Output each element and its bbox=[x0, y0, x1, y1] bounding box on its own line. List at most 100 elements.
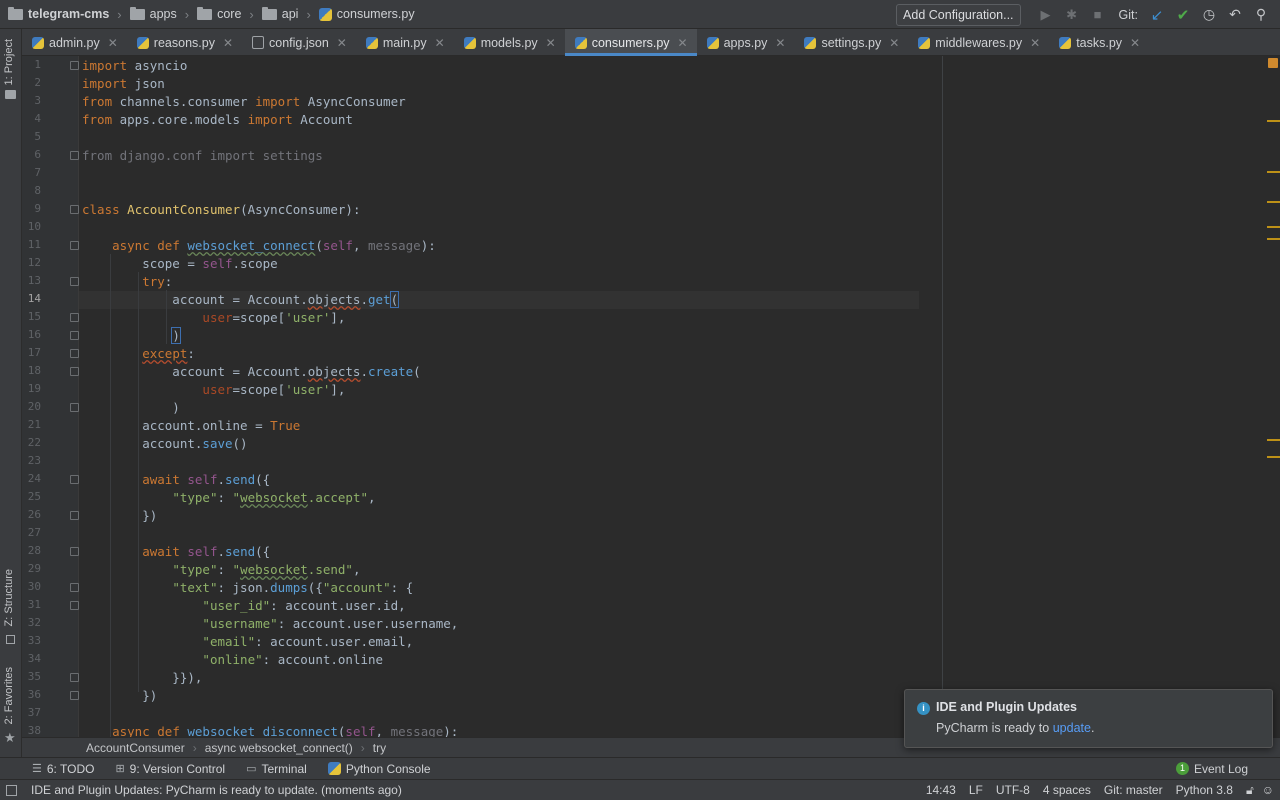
breadcrumb-function[interactable]: async websocket_connect() bbox=[205, 741, 353, 755]
tab-label: tasks.py bbox=[1076, 35, 1123, 50]
project-tool-tab[interactable]: 1: Project bbox=[3, 39, 15, 85]
close-icon[interactable]: ✕ bbox=[678, 36, 688, 50]
fold-marker-icon[interactable] bbox=[70, 511, 79, 520]
fold-marker-icon[interactable] bbox=[70, 349, 79, 358]
indent-setting[interactable]: 4 spaces bbox=[1043, 783, 1091, 797]
python-interpreter[interactable]: Python 3.8 bbox=[1176, 783, 1233, 797]
toggle-tool-windows-icon[interactable] bbox=[6, 784, 17, 796]
line-separator[interactable]: LF bbox=[969, 783, 983, 797]
fold-marker-icon[interactable] bbox=[70, 583, 79, 592]
lock-icon[interactable]: 🔓︎ bbox=[1246, 783, 1254, 798]
fold-marker-icon[interactable] bbox=[70, 475, 79, 484]
terminal-tool-button[interactable]: ▭ Terminal bbox=[246, 762, 307, 776]
stripe-marker[interactable] bbox=[1267, 201, 1280, 203]
tab-apps[interactable]: apps.py ✕ bbox=[697, 29, 795, 56]
rollback-icon[interactable]: ↶ bbox=[1222, 4, 1248, 26]
tab-admin[interactable]: admin.py ✕ bbox=[22, 29, 127, 56]
tab-main[interactable]: main.py ✕ bbox=[356, 29, 454, 56]
status-message[interactable]: IDE and Plugin Updates: PyCharm is ready… bbox=[31, 783, 402, 797]
stripe-marker[interactable] bbox=[1267, 171, 1280, 173]
code-editor[interactable]: 1 2 3 4 5 6 7 8 9 10 11 12 13 14 15 16 17 18 19 20 21 22 23 24 2… bbox=[22, 56, 1267, 737]
caret-position[interactable]: 14:43 bbox=[926, 783, 956, 797]
notification-text: PyCharm is ready to bbox=[936, 721, 1053, 735]
history-icon[interactable]: ◷ bbox=[1196, 4, 1222, 26]
close-icon[interactable]: ✕ bbox=[435, 36, 445, 50]
line-number: 22 bbox=[27, 436, 41, 449]
event-count-badge: 1 bbox=[1175, 762, 1189, 775]
fold-marker-icon[interactable] bbox=[70, 691, 79, 700]
stripe-marker[interactable] bbox=[1267, 120, 1280, 122]
structure-tool-tab[interactable]: Z: Structure bbox=[3, 569, 15, 626]
fold-marker-icon[interactable] bbox=[70, 601, 79, 610]
fold-marker-icon[interactable] bbox=[70, 151, 79, 160]
code-line: ) bbox=[171, 327, 181, 344]
version-control-tool-button[interactable]: ⊞ 9: Version Control bbox=[115, 762, 225, 776]
fold-marker-icon[interactable] bbox=[70, 313, 79, 322]
git-commit-icon[interactable]: ✔ bbox=[1170, 4, 1196, 26]
stripe-marker[interactable] bbox=[1267, 226, 1280, 228]
tab-consumers[interactable]: consumers.py ✕ bbox=[564, 29, 697, 56]
tab-middlewares[interactable]: middlewares.py ✕ bbox=[908, 29, 1049, 56]
breadcrumb-block[interactable]: try bbox=[373, 741, 386, 755]
close-icon[interactable]: ✕ bbox=[546, 36, 556, 50]
crumb-apps[interactable]: apps › bbox=[122, 0, 189, 29]
fold-marker-icon[interactable] bbox=[70, 673, 79, 682]
tab-models[interactable]: models.py ✕ bbox=[454, 29, 565, 56]
fold-marker-icon[interactable] bbox=[70, 547, 79, 556]
notification-period: . bbox=[1090, 721, 1095, 735]
stripe-marker[interactable] bbox=[1267, 456, 1280, 458]
git-update-icon[interactable]: ↙ bbox=[1144, 4, 1170, 26]
add-configuration-button[interactable]: Add Configuration... bbox=[896, 3, 1021, 26]
fold-marker-icon[interactable] bbox=[70, 367, 79, 376]
close-icon[interactable]: ✕ bbox=[889, 36, 899, 50]
warning-icon[interactable] bbox=[1268, 58, 1278, 68]
fold-marker-icon[interactable] bbox=[70, 241, 79, 250]
file-encoding[interactable]: UTF-8 bbox=[996, 783, 1030, 797]
chevron-right-icon: › bbox=[360, 740, 365, 755]
code-text[interactable]: import asyncio import json from channels… bbox=[82, 56, 1267, 737]
close-icon[interactable]: ✕ bbox=[223, 36, 233, 50]
crumb-file[interactable]: consumers.py bbox=[311, 0, 415, 29]
run-icon[interactable]: ▶ bbox=[1033, 4, 1059, 26]
crumb-core[interactable]: core › bbox=[189, 0, 254, 29]
close-icon[interactable]: ✕ bbox=[337, 36, 347, 50]
fold-marker-icon[interactable] bbox=[70, 331, 79, 340]
inspector-icon[interactable]: ☺ bbox=[1262, 783, 1274, 797]
fold-marker-icon[interactable] bbox=[70, 277, 79, 286]
fold-marker-icon[interactable] bbox=[70, 205, 79, 214]
line-number: 14 bbox=[27, 292, 41, 305]
search-icon[interactable]: ⚲ bbox=[1248, 4, 1274, 26]
line-number: 13 bbox=[27, 274, 41, 287]
stripe-marker[interactable] bbox=[1267, 439, 1280, 441]
tab-tasks[interactable]: tasks.py ✕ bbox=[1049, 29, 1149, 56]
event-log-button[interactable]: 1 Event Log bbox=[1175, 762, 1248, 776]
git-branch[interactable]: Git: master bbox=[1104, 783, 1163, 797]
code-line: "username": account.user.username, bbox=[202, 616, 459, 631]
tab-settings[interactable]: settings.py ✕ bbox=[794, 29, 908, 56]
close-icon[interactable]: ✕ bbox=[1030, 36, 1040, 50]
crumb-project[interactable]: telegram-cms › bbox=[0, 0, 122, 29]
todo-tool-button[interactable]: ☰ 6: TODO bbox=[32, 762, 94, 776]
crumb-api[interactable]: api › bbox=[254, 0, 311, 29]
update-link[interactable]: update bbox=[1053, 721, 1091, 735]
favorites-tool-tab[interactable]: 2: Favorites bbox=[3, 667, 15, 724]
line-number: 26 bbox=[27, 508, 41, 521]
fold-marker-icon[interactable] bbox=[70, 403, 79, 412]
line-number: 8 bbox=[34, 184, 41, 197]
vcs-icon: ⊞ bbox=[115, 763, 125, 775]
update-notification[interactable]: i IDE and Plugin Updates PyCharm is read… bbox=[904, 689, 1273, 748]
tab-reasons[interactable]: reasons.py ✕ bbox=[127, 29, 242, 56]
close-icon[interactable]: ✕ bbox=[1130, 36, 1140, 50]
python-console-tool-button[interactable]: Python Console bbox=[327, 762, 431, 776]
close-icon[interactable]: ✕ bbox=[775, 36, 785, 50]
stripe-marker[interactable] bbox=[1267, 238, 1280, 240]
code-line: "type": "websocket.send", bbox=[172, 562, 361, 577]
error-stripe[interactable] bbox=[1267, 56, 1280, 737]
tab-label: models.py bbox=[480, 35, 538, 50]
breadcrumb-class[interactable]: AccountConsumer bbox=[86, 741, 185, 755]
tab-config-json[interactable]: config.json ✕ bbox=[242, 29, 356, 56]
debug-icon[interactable]: ✱ bbox=[1059, 4, 1085, 26]
fold-marker-icon[interactable] bbox=[70, 61, 79, 70]
stop-icon[interactable]: ■ bbox=[1085, 4, 1111, 26]
close-icon[interactable]: ✕ bbox=[108, 36, 118, 50]
